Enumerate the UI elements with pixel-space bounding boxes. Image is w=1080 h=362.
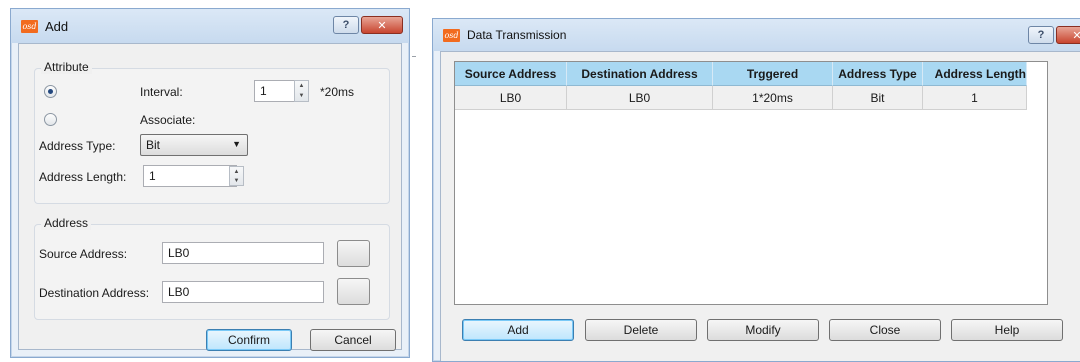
table-header: Source Address Destination Address Trgge… bbox=[455, 62, 1047, 86]
attribute-group-title: Attribute bbox=[41, 60, 92, 74]
destination-address-input[interactable]: LB0 bbox=[162, 281, 324, 303]
spin-down-icon[interactable]: ▼ bbox=[299, 93, 305, 99]
associate-radio[interactable] bbox=[44, 113, 57, 126]
close-icon[interactable]: ✕ bbox=[1056, 26, 1080, 44]
modify-button[interactable]: Modify bbox=[707, 319, 819, 341]
help-icon[interactable]: ? bbox=[333, 16, 359, 34]
background-divider bbox=[412, 56, 416, 57]
cancel-button[interactable]: Cancel bbox=[310, 329, 396, 351]
cell-address-length[interactable]: 1 bbox=[923, 86, 1027, 110]
add-dialog: osd Add ? ✕ Attribute Interval: 1 ▲ ▼ *2… bbox=[10, 8, 410, 358]
source-address-input[interactable]: LB0 bbox=[162, 242, 324, 264]
address-length-spinner[interactable]: ▲ ▼ bbox=[229, 166, 244, 186]
source-address-label: Source Address: bbox=[39, 247, 128, 261]
close-button[interactable]: Close bbox=[829, 319, 941, 341]
spin-up-icon[interactable]: ▲ bbox=[234, 169, 240, 175]
interval-unit: *20ms bbox=[320, 85, 355, 99]
help-button[interactable]: Help bbox=[951, 319, 1063, 341]
cell-source-address[interactable]: LB0 bbox=[455, 86, 567, 110]
cell-destination-address[interactable]: LB0 bbox=[567, 86, 713, 110]
cell-address-type[interactable]: Bit bbox=[833, 86, 923, 110]
address-type-select[interactable]: Bit ▼ bbox=[140, 134, 248, 156]
header-source-address[interactable]: Source Address bbox=[455, 62, 567, 86]
address-type-label: Address Type: bbox=[39, 139, 116, 153]
address-type-value: Bit bbox=[146, 138, 161, 152]
spin-up-icon[interactable]: ▲ bbox=[299, 83, 305, 89]
data-transmission-titlebar[interactable]: osd Data Transmission ? ✕ bbox=[433, 19, 1080, 51]
header-triggered[interactable]: Trggered bbox=[713, 62, 833, 86]
interval-spinner[interactable]: ▲ ▼ bbox=[294, 80, 309, 102]
address-length-input[interactable]: 1 bbox=[143, 165, 237, 187]
interval-radio[interactable] bbox=[44, 85, 57, 98]
chevron-down-icon: ▼ bbox=[232, 139, 241, 149]
delete-button[interactable]: Delete bbox=[585, 319, 697, 341]
header-address-type[interactable]: Address Type bbox=[833, 62, 923, 86]
address-group-title: Address bbox=[41, 216, 92, 230]
add-button[interactable]: Add bbox=[462, 319, 574, 341]
data-transmission-title: Data Transmission bbox=[467, 28, 567, 42]
add-dialog-titlebar[interactable]: osd Add ? ✕ bbox=[11, 9, 409, 43]
add-dialog-title: Add bbox=[45, 18, 69, 34]
transmission-table: Source Address Destination Address Trgge… bbox=[454, 61, 1048, 305]
source-address-browse-button[interactable] bbox=[337, 240, 370, 267]
header-address-length[interactable]: Address Length bbox=[923, 62, 1027, 86]
data-transmission-dialog: osd Data Transmission ? ✕ Source Address… bbox=[432, 18, 1080, 362]
close-icon[interactable]: ✕ bbox=[361, 16, 403, 34]
address-group: Address Source Address: LB0 Destination … bbox=[34, 216, 390, 320]
interval-label: Interval: bbox=[140, 85, 183, 99]
help-icon[interactable]: ? bbox=[1028, 26, 1054, 44]
interval-input[interactable]: 1 bbox=[254, 80, 296, 102]
app-icon: osd bbox=[443, 28, 460, 42]
app-icon: osd bbox=[21, 19, 38, 33]
spin-down-icon[interactable]: ▼ bbox=[234, 178, 240, 184]
confirm-button[interactable]: Confirm bbox=[206, 329, 292, 351]
cell-triggered[interactable]: 1*20ms bbox=[713, 86, 833, 110]
destination-address-browse-button[interactable] bbox=[337, 278, 370, 305]
data-transmission-body: Source Address Destination Address Trgge… bbox=[440, 51, 1080, 361]
destination-address-label: Destination Address: bbox=[39, 286, 150, 300]
table-row[interactable]: LB0 LB0 1*20ms Bit 1 bbox=[455, 86, 1047, 110]
address-length-label: Address Length: bbox=[39, 170, 127, 184]
associate-label: Associate: bbox=[140, 113, 196, 127]
add-dialog-body: Attribute Interval: 1 ▲ ▼ *20ms Associat… bbox=[18, 43, 402, 351]
attribute-group: Attribute Interval: 1 ▲ ▼ *20ms Associat… bbox=[34, 60, 390, 204]
header-destination-address[interactable]: Destination Address bbox=[567, 62, 713, 86]
